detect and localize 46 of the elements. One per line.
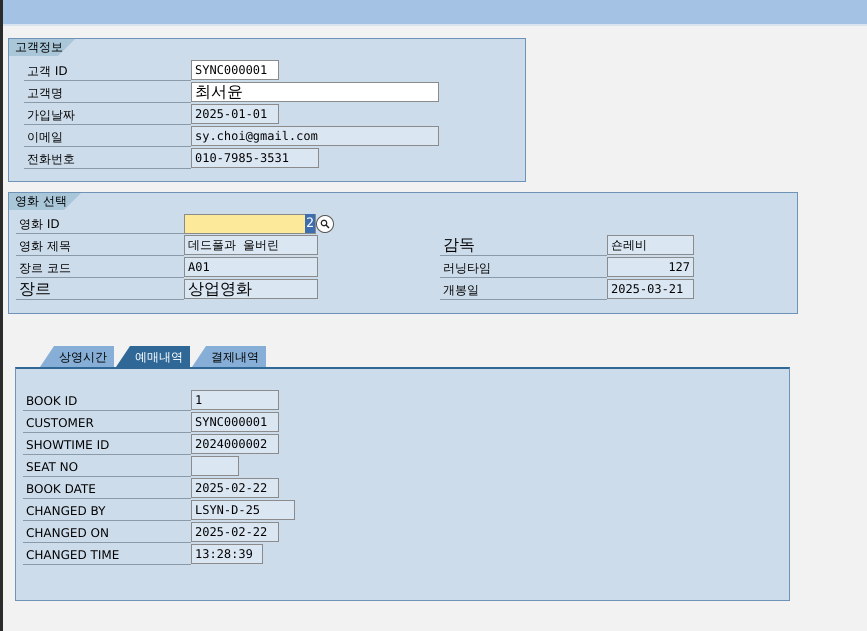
field-label: CHANGED BY <box>26 503 106 520</box>
field-label: 가입날짜 <box>27 107 75 124</box>
field-label: 장르 <box>19 279 51 299</box>
input-field[interactable]: 2 <box>184 214 316 234</box>
input-field[interactable]: 1 <box>191 390 279 410</box>
field-label: SEAT NO <box>26 459 78 476</box>
field-label: BOOK ID <box>26 393 78 410</box>
field-label: SHOWTIME ID <box>26 437 110 454</box>
input-field[interactable]: 최서윤 <box>191 82 439 102</box>
input-field[interactable]: LSYN-D-25 <box>191 500 295 520</box>
field-label: 러닝타임 <box>443 260 491 277</box>
input-field[interactable]: sy.choi@gmail.com <box>191 126 439 146</box>
group-title: 영화 선택 <box>9 193 81 210</box>
input-field[interactable]: 숀레비 <box>607 235 694 255</box>
field-label: CUSTOMER <box>26 415 94 432</box>
input-field[interactable]: 2025-03-21 <box>607 279 694 299</box>
field-label: CHANGED TIME <box>26 547 120 564</box>
input-field[interactable]: 127 <box>607 257 694 277</box>
field-label: 개봉일 <box>443 282 479 299</box>
input-field[interactable]: 데드풀과 울버린 <box>184 235 318 255</box>
field-label: CHANGED ON <box>26 525 109 542</box>
input-field[interactable]: SYNC000001 <box>191 60 279 80</box>
input-field[interactable]: 2025-02-22 <box>191 478 279 498</box>
field-label: BOOK DATE <box>26 481 96 498</box>
input-field[interactable]: A01 <box>184 257 318 277</box>
field-label: 전화번호 <box>27 151 75 168</box>
input-field[interactable]: 2025-01-01 <box>191 104 279 124</box>
input-field[interactable]: 2025-02-22 <box>191 522 279 542</box>
input-field[interactable]: 2024000002 <box>191 434 279 454</box>
field-label: 장르 코드 <box>19 260 71 277</box>
tab[interactable]: 상영시간 <box>40 346 114 367</box>
field-label: 고객 ID <box>27 63 68 80</box>
tab[interactable]: 예매내역 <box>116 346 190 367</box>
field-label: 감독 <box>443 235 475 255</box>
field-label: 이메일 <box>27 129 63 146</box>
input-field[interactable]: 13:28:39 <box>191 544 263 564</box>
field-label: 영화 ID <box>19 216 60 233</box>
input-field[interactable]: SYNC000001 <box>191 412 279 432</box>
input-field[interactable]: 010-7985-3531 <box>191 148 319 168</box>
group-title: 고객정보 <box>9 39 75 56</box>
search-icon[interactable] <box>316 214 334 232</box>
input-field[interactable]: 상업영화 <box>184 279 318 299</box>
tab[interactable]: 결제내역 <box>192 346 266 367</box>
field-label: 고객명 <box>27 85 63 102</box>
input-field[interactable] <box>191 456 239 476</box>
field-label: 영화 제목 <box>19 238 71 255</box>
